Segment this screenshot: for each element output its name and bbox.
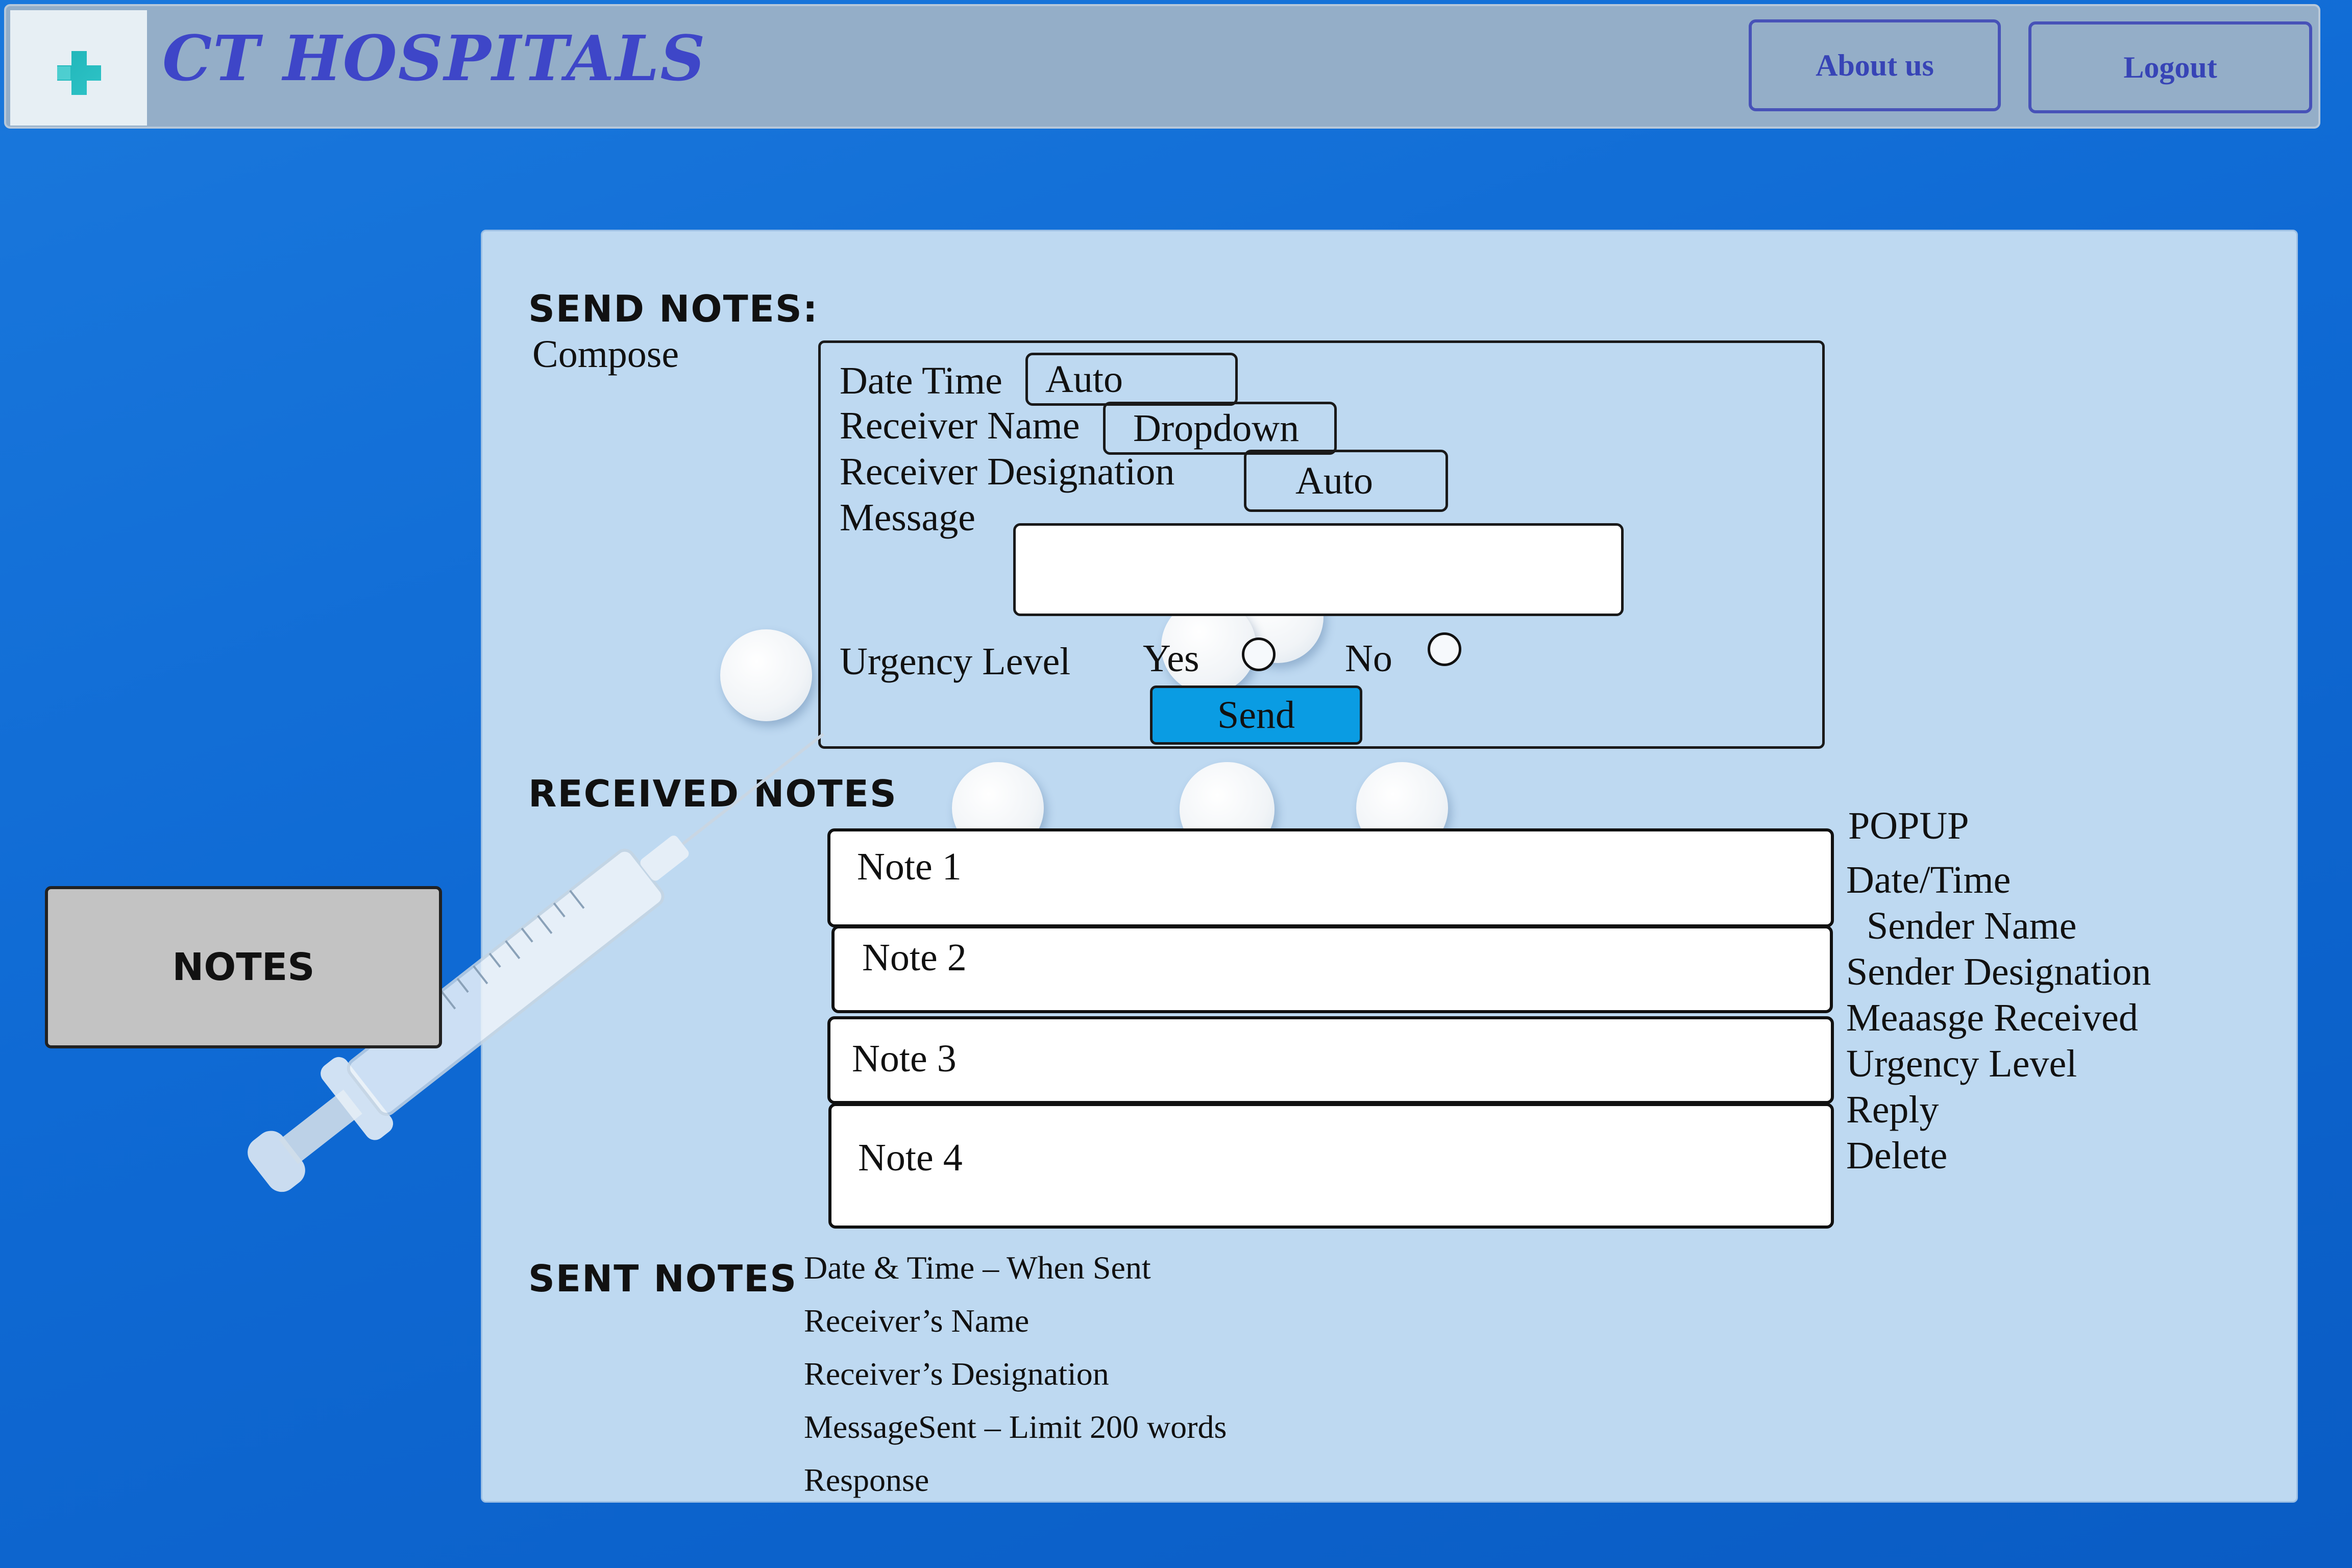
receiver-designation-label: Receiver Designation	[840, 450, 1175, 493]
popup-item: Meaasge Received	[1846, 996, 2138, 1039]
urgency-yes-radio[interactable]	[1242, 638, 1276, 671]
popup-item: Reply	[1846, 1088, 1939, 1131]
sent-notes-item: MessageSent – Limit 200 words	[804, 1409, 1227, 1445]
logo	[10, 10, 147, 126]
sent-notes-item: Receiver’s Name	[804, 1303, 1030, 1339]
app-title: CT HOSPITALS	[162, 21, 706, 95]
compose-label: Compose	[532, 333, 679, 376]
logout-button[interactable]: Logout	[2028, 21, 2312, 113]
popup-title: POPUP	[1848, 804, 1969, 847]
message-label: Message	[840, 496, 975, 539]
note-row[interactable]: Note 1	[827, 828, 1834, 927]
receiver-designation-field[interactable]: Auto	[1244, 450, 1448, 512]
popup-item: Sender Name	[1867, 904, 2077, 947]
note-row[interactable]: Note 4	[828, 1103, 1834, 1229]
sent-notes-item: Response	[804, 1462, 929, 1498]
notes-nav-button[interactable]: NOTES	[45, 886, 442, 1048]
note-row[interactable]: Note 3	[827, 1016, 1834, 1104]
receiver-name-value: Dropdown	[1133, 406, 1300, 450]
note-label: Note 4	[858, 1136, 963, 1179]
sent-notes-item: Date & Time – When Sent	[804, 1250, 1151, 1286]
urgency-no-label: No	[1345, 637, 1392, 680]
date-time-value: Auto	[1045, 357, 1123, 401]
receiver-designation-value: Auto	[1295, 459, 1373, 502]
sent-notes-heading: SENT NOTES	[528, 1257, 798, 1300]
note-label: Note 3	[852, 1037, 957, 1080]
popup-item: Sender Designation	[1846, 950, 2151, 993]
note-row[interactable]: Note 2	[831, 925, 1833, 1013]
popup-item: Delete	[1846, 1134, 1948, 1177]
receiver-name-dropdown[interactable]: Dropdown	[1103, 402, 1337, 455]
date-time-field[interactable]: Auto	[1025, 353, 1238, 406]
date-time-label: Date Time	[840, 359, 1002, 402]
send-button[interactable]: Send	[1150, 685, 1362, 745]
urgency-level-label: Urgency Level	[840, 640, 1071, 683]
sent-notes-item: Receiver’s Designation	[804, 1356, 1109, 1392]
note-label: Note 1	[857, 845, 962, 888]
send-notes-heading: SEND NOTES:	[528, 287, 819, 330]
popup-item: Date/Time	[1846, 859, 2011, 901]
urgency-yes-label: Yes	[1143, 637, 1199, 680]
receiver-name-label: Receiver Name	[840, 404, 1080, 447]
about-us-button[interactable]: About us	[1749, 19, 2001, 111]
popup-item: Urgency Level	[1846, 1042, 2077, 1085]
note-label: Note 2	[862, 936, 967, 979]
urgency-no-radio[interactable]	[1428, 632, 1461, 666]
message-input[interactable]	[1013, 523, 1624, 616]
medical-cross-icon	[57, 51, 101, 95]
